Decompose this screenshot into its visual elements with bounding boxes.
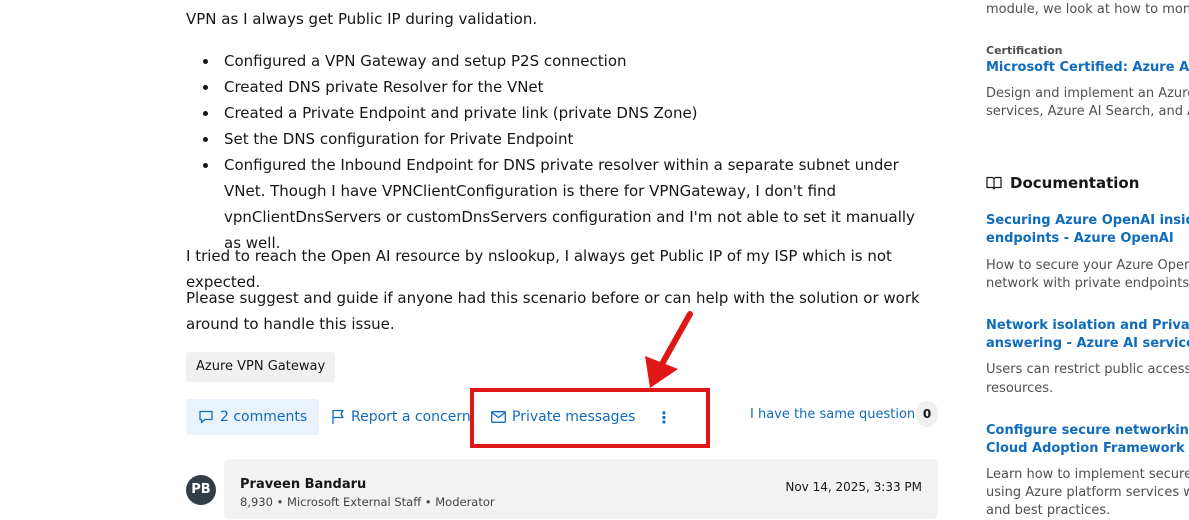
module-description: module, we look at how to monit [986,2,1189,17]
doc-description: Users can restrict public access to [986,362,1189,377]
list-item: Created DNS private Resolver for the VNe… [203,74,936,100]
comments-button[interactable]: 2 comments [186,399,320,435]
book-icon [986,176,1002,190]
doc-link-title[interactable]: Securing Azure OpenAI inside a v [986,212,1189,230]
steps-list: Configured a VPN Gateway and setup P2S c… [203,48,936,256]
comments-label: 2 comments [220,409,308,425]
documentation-heading-label: Documentation [1010,174,1140,192]
author-meta: 8,930 • Microsoft External Staff • Moder… [240,495,495,509]
list-item: Set the DNS configuration for Private En… [203,126,936,152]
same-question-button[interactable]: I have the same question [750,396,915,432]
doc-link-title[interactable]: Cloud Adoption Framework [986,440,1185,458]
doc-description: How to secure your Azure OpenA [986,258,1189,273]
certification-description: services, Azure AI Search, and Azu [986,104,1189,119]
documentation-heading: Documentation [986,174,1139,192]
doc-description: network with private endpoints [986,276,1189,291]
avatar[interactable]: PB [186,475,216,505]
list-item: Created a Private Endpoint and private l… [203,100,936,126]
flag-icon [332,409,344,424]
list-item: Configured the Inbound Endpoint for DNS … [203,152,936,256]
doc-link-title[interactable]: Network isolation and Private Lin [986,317,1189,335]
doc-link-title[interactable]: endpoints - Azure OpenAI [986,230,1174,248]
tag-azure-vpn-gateway[interactable]: Azure VPN Gateway [186,352,336,382]
report-concern-label: Report a concern [351,409,471,425]
certification-description: Design and implement an Azure A [986,86,1189,101]
answer-date: Nov 14, 2025, 3:33 PM [785,480,922,494]
same-question-count: 0 [916,401,938,427]
certification-link[interactable]: Microsoft Certified: Azure AI Eng [986,59,1189,77]
highlight-box [470,388,710,448]
answer-card: Praveen Bandaru 8,930 • Microsoft Extern… [224,459,938,519]
list-item: Configured a VPN Gateway and setup P2S c… [203,48,936,74]
question-text-intro: VPN as I always get Public IP during val… [186,10,538,28]
doc-description: Learn how to implement secure n [986,467,1189,482]
doc-link-title[interactable]: Configure secure networking for [986,422,1189,440]
doc-description: using Azure platform services wit [986,485,1189,500]
report-concern-button[interactable]: Report a concern [331,399,471,435]
doc-link-title[interactable]: answering - Azure AI services [986,335,1189,353]
doc-description: and best practices. [986,503,1111,518]
certification-eyebrow: Certification [986,44,1063,57]
author-name[interactable]: Praveen Bandaru [240,477,366,492]
question-paragraph: Please suggest and guide if anyone had t… [186,289,920,333]
comment-icon [199,410,213,424]
doc-description: resources. [986,381,1054,396]
